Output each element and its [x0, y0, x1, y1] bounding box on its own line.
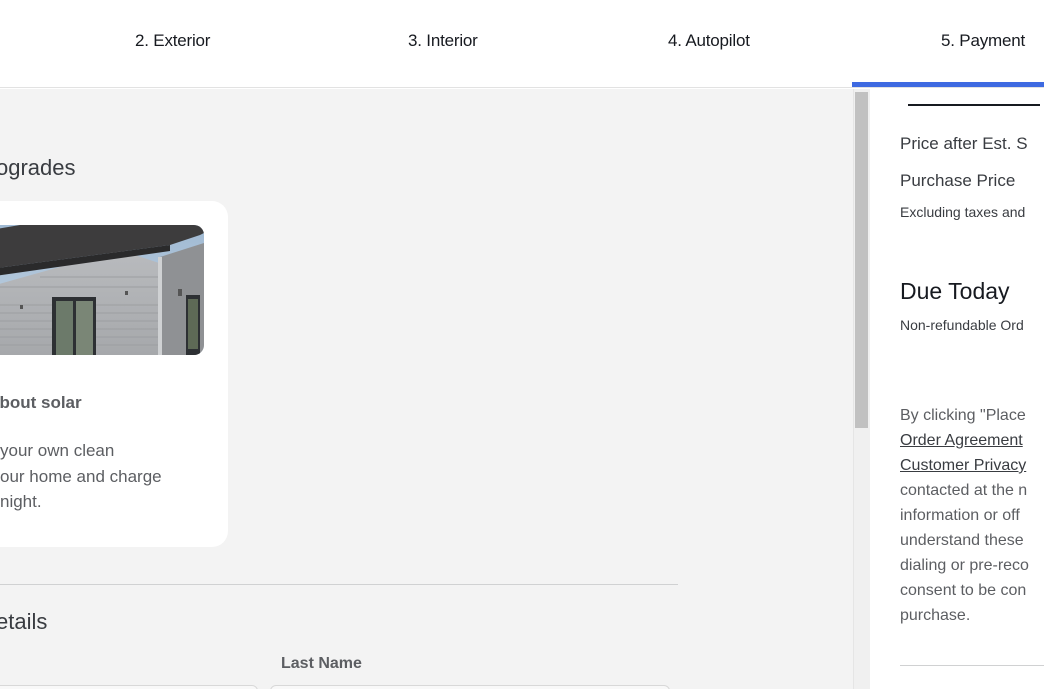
solar-card-description: your own clean our home and charge night…: [0, 438, 230, 515]
legal-line: dialing or pre-reco: [900, 557, 1029, 574]
first-name-field[interactable]: [0, 685, 258, 689]
step-exterior-tab[interactable]: 2. Exterior: [135, 31, 210, 51]
order-agreement-link[interactable]: Order Agreement: [900, 432, 1023, 449]
house-solar-image: [0, 225, 204, 355]
active-step-indicator: [852, 82, 1044, 87]
upgrades-heading: ogrades: [0, 155, 76, 180]
main-content: ogrades bout solar your own clean our ho…: [0, 89, 853, 689]
section-divider: [0, 584, 678, 585]
solar-upgrade-card[interactable]: about solar your own clean our home and …: [0, 201, 228, 547]
due-today-heading: Due Today: [900, 278, 1010, 304]
main-scrollbar-thumb[interactable]: [855, 92, 868, 428]
order-summary-panel: Price after Est. S Purchase Price Exclud…: [870, 89, 1044, 689]
price-after-savings-label: Price after Est. S: [900, 134, 1028, 153]
excluding-taxes-note: Excluding taxes and: [900, 204, 1026, 220]
legal-disclaimer: By clicking "Place Order Agreement Custo…: [900, 403, 1044, 628]
step-autopilot-tab[interactable]: 4. Autopilot: [668, 31, 750, 51]
solar-desc-line: night.: [0, 492, 42, 511]
legal-line: information or off: [900, 507, 1020, 524]
purchase-price-label: Purchase Price: [900, 171, 1016, 190]
step-interior-tab[interactable]: 3. Interior: [408, 31, 478, 51]
legal-line: understand these: [900, 532, 1024, 549]
configurator-step-nav: 2. Exterior 3. Interior 4. Autopilot 5. …: [0, 0, 1044, 88]
solar-desc-line: our home and charge: [0, 466, 162, 486]
solar-desc-line: your own clean: [0, 441, 115, 460]
legal-line: contacted at the n: [900, 482, 1028, 499]
last-name-label: Last Name: [281, 655, 362, 672]
legal-line: purchase.: [900, 607, 971, 624]
details-heading: etails: [0, 609, 48, 634]
last-name-field[interactable]: [270, 685, 670, 689]
panel-divider: [900, 665, 1044, 666]
panel-divider: [908, 104, 1040, 106]
customer-privacy-link[interactable]: Customer Privacy: [900, 457, 1026, 474]
legal-line: By clicking "Place: [900, 407, 1026, 424]
legal-line: consent to be con: [900, 582, 1027, 599]
non-refundable-note: Non-refundable Ord: [900, 317, 1024, 333]
solar-card-title: about solar: [0, 393, 82, 412]
step-payment-tab[interactable]: 5. Payment: [941, 31, 1025, 51]
